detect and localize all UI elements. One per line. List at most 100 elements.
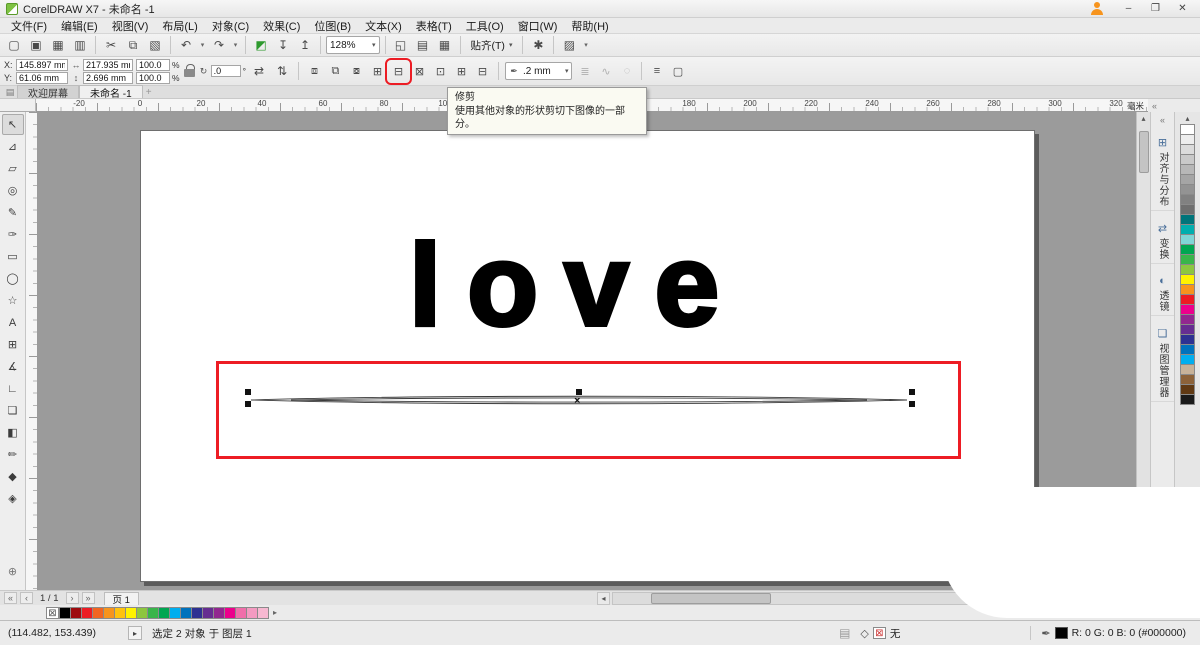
polygon-tool[interactable]: ☆: [2, 290, 24, 311]
document-tab-1[interactable]: 未命名 -1: [79, 85, 143, 100]
no-color-swatch[interactable]: ⊠: [46, 606, 59, 619]
zoom-level-combo[interactable]: 128% ▾: [326, 36, 380, 54]
table-tool[interactable]: ⊞: [2, 334, 24, 355]
menu-item-edit[interactable]: 编辑(E): [54, 17, 105, 35]
new-tab-button[interactable]: +: [143, 86, 155, 98]
menu-item-bitmaps[interactable]: 位图(B): [307, 17, 358, 35]
ungroup-all-button[interactable]: ⧇: [347, 62, 366, 81]
object-height-input[interactable]: [83, 71, 133, 84]
horizontal-scroll-thumb[interactable]: [651, 593, 771, 604]
chevron-down-icon[interactable]: ▾: [231, 36, 240, 55]
simplify-button[interactable]: ⊡: [431, 62, 450, 81]
zoom-tool[interactable]: ◎: [2, 180, 24, 201]
docker-tab-lens[interactable]: ◐ 透镜: [1151, 272, 1174, 316]
docker-collapse-icon[interactable]: «: [1160, 115, 1165, 125]
dimension-tool[interactable]: ∡: [2, 356, 24, 377]
rotation-angle-input[interactable]: [210, 65, 241, 77]
convert-to-curves-button[interactable]: ∿: [596, 62, 615, 81]
minimize-button[interactable]: –: [1115, 1, 1142, 17]
scroll-up-button[interactable]: ▴: [1137, 112, 1150, 125]
scale-vertical-input[interactable]: [136, 71, 170, 84]
front-minus-back-button[interactable]: ⊞: [452, 62, 471, 81]
page-tab[interactable]: 页 1: [103, 591, 139, 606]
selection-handle[interactable]: [909, 389, 915, 395]
docker-tab-align-distribute[interactable]: ⊞ 对齐与分布: [1151, 133, 1174, 211]
smart-fill-tool[interactable]: ◈: [2, 488, 24, 509]
menu-item-effects[interactable]: 效果(C): [256, 17, 307, 35]
freehand-tool[interactable]: ✎: [2, 202, 24, 223]
menu-item-layout[interactable]: 布局(L): [155, 17, 204, 35]
undo-button[interactable]: ↶: [176, 36, 196, 55]
group-button[interactable]: ⧈: [305, 62, 324, 81]
last-page-button[interactable]: »: [81, 592, 95, 604]
transparency-tool[interactable]: ◧: [2, 422, 24, 443]
first-page-button[interactable]: «: [4, 592, 17, 604]
rectangle-tool[interactable]: ▭: [2, 246, 24, 267]
show-rulers-button[interactable]: ▤: [413, 36, 433, 55]
text-tool[interactable]: A: [2, 312, 24, 333]
trim-button[interactable]: ⊟: [384, 57, 412, 85]
ruler-origin[interactable]: [0, 99, 36, 112]
create-boundary-button[interactable]: ▢: [668, 62, 687, 81]
print-button[interactable]: ▥: [70, 36, 90, 55]
selection-handle[interactable]: [245, 389, 251, 395]
chevron-down-icon[interactable]: ▾: [372, 41, 376, 49]
y-position-input[interactable]: [16, 71, 68, 84]
connector-tool[interactable]: ∟: [2, 378, 24, 399]
docker-tab-view-manager[interactable]: ❏ 视图管理器: [1151, 324, 1174, 402]
application-launcher-button[interactable]: ▨: [559, 36, 579, 55]
intersect-button[interactable]: ⊠: [410, 62, 429, 81]
menu-item-help[interactable]: 帮助(H): [564, 17, 615, 35]
export-button[interactable]: ↥: [295, 36, 315, 55]
palette-scroll-right-button[interactable]: ▸: [269, 607, 281, 619]
chevron-down-icon[interactable]: ▾: [565, 67, 569, 75]
text-object-love[interactable]: love: [407, 225, 745, 345]
crop-tool[interactable]: ▱: [2, 158, 24, 179]
vertical-ruler[interactable]: [26, 112, 38, 590]
document-navigator-icon[interactable]: ▸: [128, 626, 142, 640]
redo-button[interactable]: ↷: [209, 36, 229, 55]
show-grid-button[interactable]: ▦: [435, 36, 455, 55]
mirror-horizontal-button[interactable]: ⇄: [249, 62, 269, 81]
snap-to-menu-button[interactable]: 贴齐(T) ▾: [466, 36, 518, 54]
full-screen-preview-button[interactable]: ◱: [391, 36, 411, 55]
chevron-down-icon[interactable]: ▾: [581, 36, 590, 55]
copy-button[interactable]: ⧉: [123, 36, 143, 55]
menu-item-text[interactable]: 文本(X): [358, 17, 409, 35]
menu-item-file[interactable]: 文件(F): [4, 17, 54, 35]
selection-handle[interactable]: [909, 401, 915, 407]
pick-tool[interactable]: ↖: [1, 114, 24, 135]
close-button[interactable]: ✕: [1169, 1, 1196, 17]
paste-button[interactable]: ▧: [145, 36, 165, 55]
page[interactable]: love ×: [140, 130, 1035, 582]
account-person-icon[interactable]: [1089, 1, 1105, 16]
ungroup-button[interactable]: ⧉: [326, 62, 345, 81]
color-eyedropper-tool[interactable]: ✏: [2, 444, 24, 465]
save-button[interactable]: ▦: [48, 36, 68, 55]
selection-handle[interactable]: [245, 401, 251, 407]
mirror-vertical-button[interactable]: ⇅: [272, 62, 292, 81]
maximize-button[interactable]: ❐: [1142, 1, 1169, 17]
drop-shadow-tool[interactable]: ❏: [2, 400, 24, 421]
new-document-button[interactable]: ▢: [4, 36, 24, 55]
cut-button[interactable]: ✂: [101, 36, 121, 55]
menu-item-window[interactable]: 窗口(W): [511, 17, 565, 35]
align-and-distribute-button[interactable]: ≡: [647, 62, 666, 81]
import-button[interactable]: ↧: [273, 36, 293, 55]
x-position-input[interactable]: [16, 58, 68, 71]
lock-ratio-button[interactable]: [183, 60, 196, 82]
open-button[interactable]: ▣: [26, 36, 46, 55]
chevron-down-icon[interactable]: ▾: [198, 36, 207, 55]
next-page-button[interactable]: ›: [65, 592, 79, 604]
outline-width-combo[interactable]: ✒ .2 mm ▾: [504, 62, 573, 80]
menu-item-view[interactable]: 视图(V): [105, 17, 156, 35]
scroll-left-button[interactable]: ◂: [597, 592, 610, 605]
document-tab-0[interactable]: 欢迎屏幕: [17, 85, 79, 100]
open-curve-button[interactable]: ◌: [617, 62, 636, 81]
selection-center-mark[interactable]: ×: [574, 396, 580, 407]
collapse-dockers-icon[interactable]: «: [1152, 101, 1157, 111]
scale-horizontal-input[interactable]: [136, 58, 170, 71]
docker-tab-transform[interactable]: ⇄ 变换: [1151, 219, 1174, 264]
vertical-scroll-thumb[interactable]: [1138, 131, 1149, 173]
menu-item-tools[interactable]: 工具(O): [459, 17, 511, 35]
